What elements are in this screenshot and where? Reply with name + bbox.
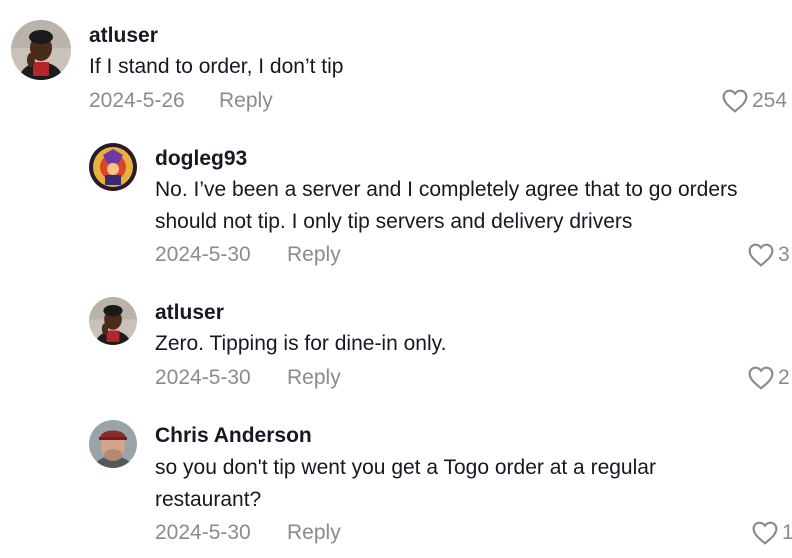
comment-username[interactable]: Chris Anderson bbox=[155, 423, 312, 449]
heart-icon bbox=[748, 366, 774, 390]
user-avatar-illustration-icon bbox=[89, 143, 137, 191]
comment-username[interactable]: atluser bbox=[155, 300, 224, 326]
comment-text: If I stand to order, I don’t tip bbox=[89, 55, 344, 78]
comment-username[interactable]: dogleg93 bbox=[155, 146, 247, 172]
heart-icon bbox=[722, 89, 748, 113]
avatar[interactable] bbox=[11, 20, 71, 80]
like-count: 254 bbox=[752, 89, 788, 112]
reply-button[interactable]: Reply bbox=[287, 242, 341, 268]
user-avatar-photo-icon bbox=[89, 297, 137, 345]
comment-date: 2024-5-30 bbox=[155, 366, 251, 389]
comment-text: so you don't tip went you get a Togo ord… bbox=[155, 456, 656, 511]
comment-username[interactable]: atluser bbox=[89, 23, 158, 49]
comment-date: 2024-5-30 bbox=[155, 243, 251, 266]
user-avatar-photo-icon bbox=[89, 420, 137, 468]
comment-text: Zero. Tipping is for dine-in only. bbox=[155, 332, 447, 355]
comment-date: 2024-5-26 bbox=[89, 89, 185, 112]
like-button[interactable]: 3 bbox=[748, 242, 790, 268]
avatar[interactable] bbox=[89, 297, 137, 345]
like-button[interactable]: 254 bbox=[722, 88, 787, 114]
user-avatar-photo-icon bbox=[11, 20, 71, 80]
heart-icon bbox=[748, 243, 774, 267]
reply-button[interactable]: Reply bbox=[219, 88, 273, 114]
comment-text: No. I’ve been a server and I completely … bbox=[155, 178, 738, 233]
like-count: 2 bbox=[778, 366, 790, 389]
comment-date: 2024-5-30 bbox=[155, 521, 251, 544]
avatar[interactable] bbox=[89, 143, 137, 191]
like-button[interactable]: 1 bbox=[752, 520, 792, 546]
reply-button[interactable]: Reply bbox=[287, 365, 341, 391]
like-button[interactable]: 2 bbox=[748, 365, 790, 391]
heart-icon bbox=[752, 521, 778, 545]
reply-button[interactable]: Reply bbox=[287, 520, 341, 546]
like-count: 3 bbox=[778, 243, 790, 266]
avatar[interactable] bbox=[89, 420, 137, 468]
like-count: 1 bbox=[782, 521, 792, 544]
